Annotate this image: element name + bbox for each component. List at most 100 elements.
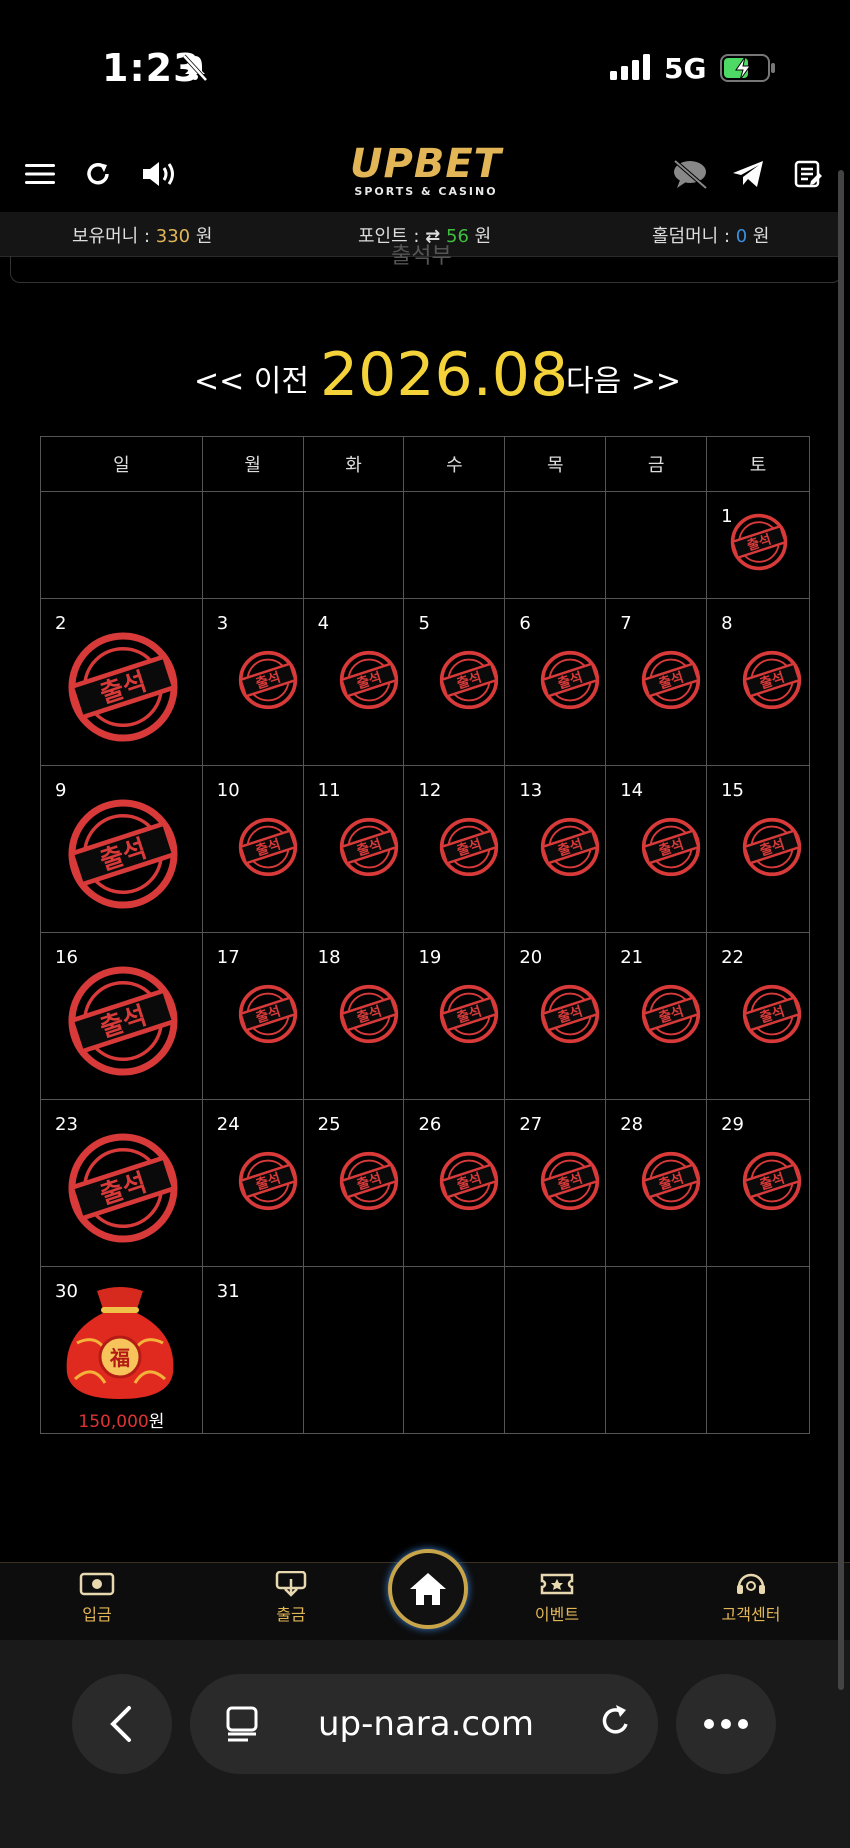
calendar-empty-cell xyxy=(403,491,506,599)
calendar-day: 15 출석 xyxy=(706,765,810,933)
more-button[interactable] xyxy=(676,1674,776,1774)
day-number: 10 xyxy=(216,780,240,801)
attendance-stamp-icon: 출석 xyxy=(741,816,803,878)
attendance-stamp-icon: 출석 xyxy=(729,512,789,572)
address-bar[interactable]: up-nara.com xyxy=(190,1674,658,1774)
calendar-week: 16 출석 17 출석 18 출석 19 출석 20 출석 21 출석 22 출석 xyxy=(40,932,810,1100)
stamp-label: 출석 xyxy=(657,835,686,859)
stamp-label: 출석 xyxy=(253,835,282,859)
day-number: 7 xyxy=(620,613,632,634)
deposit-label: 입금 xyxy=(82,1605,112,1624)
calendar-empty-cell xyxy=(605,491,708,599)
attendance-stamp-icon: 출석 xyxy=(338,649,400,711)
lucky-bag-icon: 福 xyxy=(57,1283,183,1403)
attendance-stamp-icon: 출석 xyxy=(640,1150,702,1212)
stamp-label: 출석 xyxy=(455,1169,484,1193)
prize-value: 150,000 xyxy=(78,1412,149,1432)
calendar-day: 22 출석 xyxy=(706,932,810,1100)
calendar-empty-cell xyxy=(201,491,304,599)
attendance-stamp-icon: 출석 xyxy=(237,816,299,878)
stamp-label: 출석 xyxy=(253,1169,282,1193)
telegram-icon[interactable] xyxy=(726,152,770,196)
attendance-calendar: 일월화수목금토 1 출석 2 출석 3 출석 4 출석 5 출석 6 출석 7 출석 8 출석 9 출석 10 출석 1… xyxy=(40,436,810,1434)
calendar-empty-cell xyxy=(403,1266,506,1434)
attendance-stamp-icon: 출석 xyxy=(338,983,400,1045)
day-number: 28 xyxy=(620,1114,644,1135)
day-number: 12 xyxy=(418,780,442,801)
attendance-stamp-icon: 출석 xyxy=(438,1150,500,1212)
holdem-money-label: 홀덤머니 : xyxy=(652,226,736,247)
deposit-icon xyxy=(79,1572,115,1596)
withdraw-icon xyxy=(275,1571,307,1597)
browser-toolbar: up-nara.com xyxy=(0,1640,850,1848)
weekday-header: 화 xyxy=(302,436,405,492)
calendar-day: 24 출석 xyxy=(201,1099,304,1267)
calendar-day: 17 출석 xyxy=(201,932,304,1100)
network-type: 5G xyxy=(664,52,707,85)
url-text: up-nara.com xyxy=(318,1704,535,1744)
day-number: 3 xyxy=(216,613,229,634)
weekday-header: 토 xyxy=(706,436,810,492)
weekday-header: 일 xyxy=(40,436,203,492)
points-unit: 원 xyxy=(468,226,492,247)
chevron-left-icon xyxy=(110,1706,131,1742)
current-month: 2026.08 xyxy=(320,340,569,410)
held-money-unit: 원 xyxy=(190,226,213,247)
ticket-star-icon xyxy=(540,1573,574,1595)
cellular-signal-icon xyxy=(610,54,652,84)
day-number: 15 xyxy=(721,780,744,801)
refresh-icon[interactable] xyxy=(76,152,120,196)
calendar-day: 31 xyxy=(201,1266,304,1434)
logo-text: UPBET xyxy=(350,141,502,187)
headset-icon xyxy=(737,1573,765,1594)
stamp-label: 출석 xyxy=(657,1002,686,1026)
calendar-day: 4 출석 xyxy=(302,598,405,766)
menu-icon[interactable] xyxy=(18,152,62,196)
sound-icon[interactable] xyxy=(136,152,186,196)
prize-unit: 원 xyxy=(148,1412,165,1432)
calendar-day: 12 출석 xyxy=(403,765,506,933)
attendance-stamp-icon: 출석 xyxy=(438,983,500,1045)
stamp-label: 출석 xyxy=(657,1169,686,1193)
day-number: 13 xyxy=(519,780,543,801)
stamp-label: 출석 xyxy=(96,834,150,877)
attendance-stamp-icon: 출석 xyxy=(640,649,702,711)
calendar-day: 6 출석 xyxy=(504,598,607,766)
attendance-stamp-icon: 출석 xyxy=(539,649,601,711)
logo-subtitle: SPORTS & CASINO xyxy=(354,185,498,198)
app-header: UPBET SPORTS & CASINO xyxy=(0,140,840,210)
day-number: 6 xyxy=(519,613,531,634)
event-button[interactable]: 이벤트 xyxy=(512,1571,602,1625)
calendar-day: 13 출석 xyxy=(504,765,607,933)
month-navigation: << 이전 2026.08 다음 >> xyxy=(0,336,850,410)
reload-icon[interactable] xyxy=(598,1702,634,1746)
bottom-nav: 입금 출금 이벤트 고객센터 xyxy=(0,1549,850,1642)
calendar-day: 16 출석 xyxy=(40,932,203,1100)
chat-off-icon[interactable] xyxy=(666,152,714,196)
day-number: 31 xyxy=(216,1281,240,1302)
withdraw-button[interactable]: 출금 xyxy=(246,1571,336,1625)
support-button[interactable]: 고객센터 xyxy=(706,1571,796,1625)
weekday-header: 수 xyxy=(403,436,506,492)
calendar-day: 25 출석 xyxy=(302,1099,405,1267)
day-number: 14 xyxy=(620,780,644,801)
attendance-stamp-icon: 출석 xyxy=(65,963,181,1079)
upbet-logo[interactable]: UPBET SPORTS & CASINO xyxy=(336,144,516,204)
stamp-label: 출석 xyxy=(354,835,383,859)
day-number: 25 xyxy=(317,1114,341,1135)
stamp-label: 출석 xyxy=(556,1169,585,1193)
attendance-stamp-icon: 출석 xyxy=(438,649,500,711)
scrollbar[interactable] xyxy=(838,170,844,1690)
deposit-button[interactable]: 입금 xyxy=(52,1571,142,1625)
calendar-empty-cell xyxy=(302,1266,405,1434)
attendance-stamp-icon: 출석 xyxy=(338,816,400,878)
home-button[interactable] xyxy=(388,1549,468,1629)
page-menu-icon[interactable] xyxy=(224,1704,260,1748)
prev-month-button[interactable]: << 이전 xyxy=(194,356,309,400)
stamp-label: 출석 xyxy=(556,668,585,692)
notes-icon[interactable] xyxy=(786,152,830,196)
home-icon xyxy=(410,1573,446,1605)
next-month-button[interactable]: 다음 >> xyxy=(566,356,681,400)
back-button[interactable] xyxy=(72,1674,172,1774)
stamp-label: 출석 xyxy=(96,667,150,710)
